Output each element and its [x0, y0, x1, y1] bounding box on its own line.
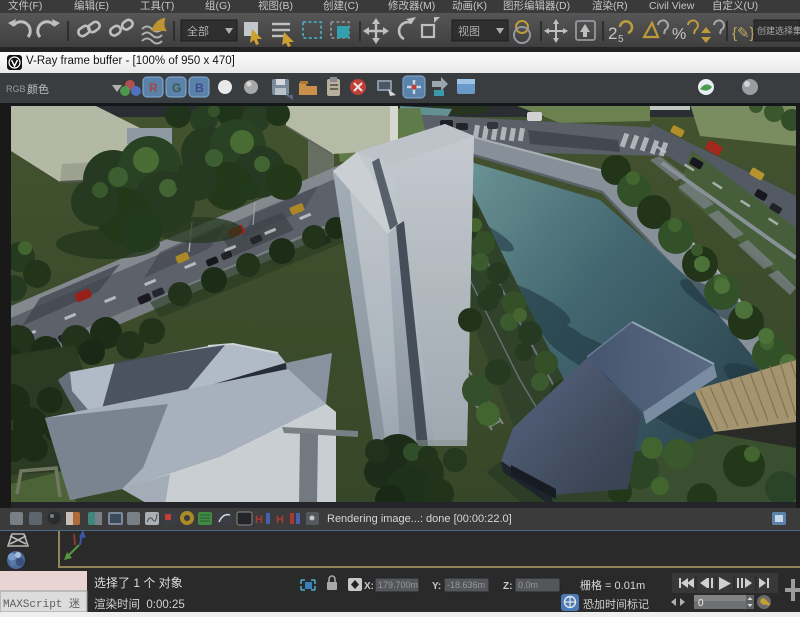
- svg-text:Y:: Y:: [432, 581, 441, 592]
- svg-text:恐加时间标记: 恐加时间标记: [583, 597, 649, 611]
- svg-text:MAXScript 迷: MAXScript 迷: [3, 597, 80, 611]
- svg-text:B: B: [195, 81, 204, 95]
- svg-text:0: 0: [698, 598, 704, 609]
- svg-text:0.0m: 0.0m: [518, 580, 538, 590]
- svg-text:%: %: [672, 26, 686, 43]
- svg-text:Z:: Z:: [503, 581, 512, 592]
- svg-text:全部: 全部: [187, 24, 209, 38]
- svg-text:X:: X:: [364, 581, 374, 592]
- svg-text:颜色: 颜色: [27, 82, 49, 96]
- svg-text:H: H: [255, 514, 263, 526]
- svg-text:R: R: [149, 81, 158, 95]
- svg-text:渲染时间 0:00:25: 渲染时间 0:00:25: [94, 597, 185, 611]
- svg-text:2: 2: [608, 24, 617, 43]
- svg-text:创建选择集: 创建选择集: [757, 25, 800, 36]
- svg-text:视图: 视图: [458, 24, 480, 38]
- svg-text:G: G: [172, 81, 181, 95]
- svg-text:RGB: RGB: [6, 84, 26, 94]
- svg-text:选择了 1 个 对象: 选择了 1 个 对象: [94, 576, 183, 590]
- svg-text:5: 5: [618, 34, 624, 45]
- svg-text:H: H: [276, 514, 284, 526]
- svg-text:{✎}: {✎}: [732, 25, 755, 42]
- svg-text:栅格 = 0.01m: 栅格 = 0.01m: [580, 578, 645, 592]
- svg-text:-18.636m: -18.636m: [447, 580, 485, 590]
- svg-text:179.700m: 179.700m: [378, 580, 418, 590]
